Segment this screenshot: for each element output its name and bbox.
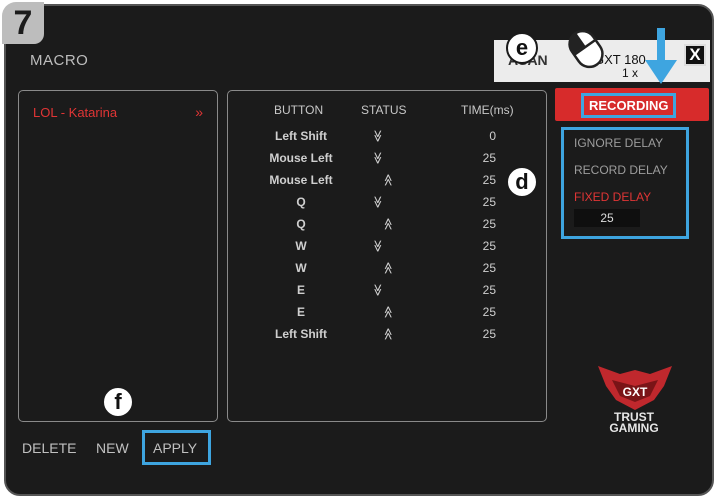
- mouse-icon: [568, 29, 604, 69]
- delay-options: IGNORE DELAY RECORD DELAY FIXED DELAY 25: [561, 127, 689, 239]
- row-time: 25: [482, 305, 496, 319]
- chevron-up-icon: ≫: [381, 173, 395, 187]
- macro-list: LOL - Katarina »: [18, 90, 218, 422]
- row-time: 25: [482, 151, 496, 165]
- device-count: 1 x: [622, 66, 639, 80]
- row-button: Mouse Left: [269, 151, 333, 165]
- macro-event-table: BUTTON STATUS TIME(ms) Left Shift ≫ 0 Mouse…: [227, 90, 547, 422]
- chevron-up-icon: ≫: [381, 327, 395, 341]
- chevron-down-icon: ≫: [371, 151, 385, 165]
- record-delay-option[interactable]: RECORD DELAY: [574, 163, 668, 177]
- column-header-button: BUTTON: [274, 103, 324, 117]
- recording-button[interactable]: RECORDING: [555, 88, 709, 121]
- chevron-right-icon: »: [195, 104, 203, 120]
- logo-text: TRUST GAMING: [609, 410, 659, 435]
- page-title: MACRO: [30, 52, 89, 69]
- row-time: 25: [482, 239, 496, 253]
- chevron-down-icon: ≫: [371, 195, 385, 209]
- step-badge: 7: [2, 2, 44, 44]
- row-button: E: [296, 305, 305, 319]
- row-time: 25: [482, 261, 496, 275]
- chevron-up-icon: ≫: [381, 305, 395, 319]
- svg-text:GXT: GXT: [623, 385, 648, 399]
- column-header-status: STATUS: [361, 103, 407, 117]
- row-time: 25: [482, 283, 496, 297]
- row-button: Mouse Left: [269, 173, 333, 187]
- apply-button[interactable]: APPLY: [153, 440, 197, 456]
- row-button: E: [296, 283, 305, 297]
- row-time: 25: [482, 173, 496, 187]
- chevron-up-icon: ≫: [381, 261, 395, 275]
- row-button: W: [295, 261, 307, 275]
- callout-f: f: [102, 386, 134, 418]
- row-button: Left Shift: [275, 327, 327, 341]
- fixed-delay-input[interactable]: 25: [574, 209, 640, 227]
- fixed-delay-option[interactable]: FIXED DELAY: [574, 190, 651, 204]
- row-time: 25: [482, 327, 496, 341]
- new-button[interactable]: NEW: [96, 440, 129, 456]
- row-time: 0: [489, 129, 496, 143]
- row-button: W: [295, 239, 307, 253]
- callout-d: d: [506, 166, 538, 198]
- row-time: 25: [482, 217, 496, 231]
- macro-list-item[interactable]: LOL - Katarina: [33, 105, 117, 120]
- row-button: Q: [296, 195, 306, 209]
- delete-button[interactable]: DELETE: [22, 440, 76, 456]
- close-button[interactable]: X: [684, 44, 706, 66]
- row-time: 25: [482, 195, 496, 209]
- chevron-up-icon: ≫: [381, 217, 395, 231]
- column-header-time: TIME(ms): [461, 103, 514, 117]
- chevron-down-icon: ≫: [371, 129, 385, 143]
- chevron-down-icon: ≫: [371, 283, 385, 297]
- row-button: Left Shift: [275, 129, 327, 143]
- recording-label: RECORDING: [581, 93, 677, 118]
- arrow-down-icon: [645, 28, 677, 84]
- callout-e: e: [506, 32, 538, 64]
- chevron-down-icon: ≫: [371, 239, 385, 253]
- ignore-delay-option[interactable]: IGNORE DELAY: [574, 136, 663, 150]
- row-button: Q: [296, 217, 306, 231]
